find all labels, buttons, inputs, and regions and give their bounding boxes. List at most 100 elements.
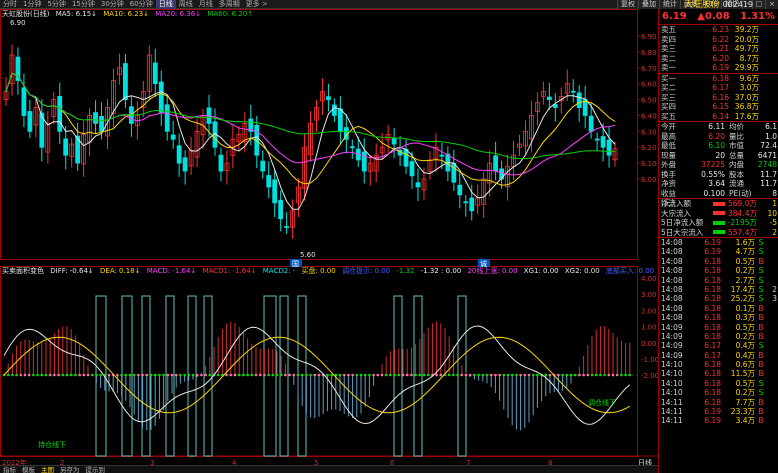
candle-body <box>349 146 355 149</box>
stat-row: 净资 3.64 流通 11.7 <box>659 179 778 189</box>
ask-volume: 20.0万 <box>734 34 759 44</box>
tick-row: 14:10 6.18 0.2万 S <box>659 388 778 397</box>
kline-chart[interactable]: 6.90 6.80 6.70 6.60 6.50 6.40 6.30 6.20 6.10 6.00… <box>0 9 658 473</box>
period-tab-more[interactable]: 更多 > <box>243 0 271 9</box>
signal-dot <box>544 373 548 377</box>
tick-direction: B <box>758 397 764 407</box>
tick-volume: 3.4万 <box>735 416 755 426</box>
tick-row: 14:09 6.17 0.4万 S <box>659 341 778 350</box>
maximize-button[interactable]: □ <box>751 0 766 9</box>
bottom-tabs: 指标 模板 主图 另存为 提示到 <box>0 465 658 473</box>
tick-volume: 7.7万 <box>735 397 755 407</box>
signal-dot <box>519 373 522 377</box>
tick-price: 6.18 <box>704 266 721 276</box>
ask-row: 卖一 6.19 29.9万 <box>659 63 778 73</box>
signal-dot <box>237 373 241 377</box>
quote-panel: 6.19 ▲0.08 1.31% 卖五 6.23 39.2万 卖四 6.22 20.0万卖… <box>658 9 778 473</box>
close-button[interactable]: × <box>765 0 778 9</box>
signal-dot <box>95 373 98 377</box>
statistics-button[interactable]: 统计 <box>659 0 681 9</box>
bottom-tab-saveas[interactable]: 另存为 <box>57 466 83 473</box>
tick-price: 6.18 <box>704 303 721 313</box>
signal-dot <box>158 373 161 377</box>
overlay-button[interactable]: 叠加 <box>638 0 660 9</box>
ask-price: 6.23 <box>712 25 729 34</box>
chart-area[interactable]: 6.90 6.80 6.70 6.60 6.50 6.40 6.30 6.20 6.10 6.00… <box>0 9 658 473</box>
signal-dot <box>116 373 119 377</box>
ask-price: 6.19 <box>712 63 729 72</box>
signal-dot <box>498 373 501 377</box>
flow-extra: -5 <box>769 218 777 227</box>
signal-dot <box>74 373 77 377</box>
period-tab-monthly[interactable]: 月线 <box>196 0 216 9</box>
period-tab-15min[interactable]: 15分钟 <box>69 0 98 9</box>
flow-key: 5日大宗流入 <box>661 227 704 237</box>
signal-dot <box>48 373 52 377</box>
period-tab-30min[interactable]: 30分钟 <box>98 0 127 9</box>
tick-price: 6.18 <box>704 378 721 388</box>
signal-dot <box>557 373 560 377</box>
period-tab-multi[interactable]: 多周期 <box>216 0 243 9</box>
tick-time: 14:08 <box>661 275 683 285</box>
signal-dot <box>296 373 300 377</box>
bottom-tab-prompt[interactable]: 提示到 <box>83 466 109 473</box>
period-tab-5min[interactable]: 5分钟 <box>44 0 68 9</box>
ask-price: 6.20 <box>712 53 729 63</box>
tick-time: 14:08 <box>661 247 683 257</box>
tick-direction: S <box>758 284 764 294</box>
period-tab-weekly[interactable]: 周线 <box>176 0 196 9</box>
stock-header: 6.19 ▲0.08 1.31% <box>659 9 778 25</box>
stat-value: 6.1 <box>765 122 777 131</box>
ask-volume: 8.7万 <box>739 53 759 63</box>
tick-row: 14:11 6.19 3.4万 B <box>659 416 778 425</box>
tick-time: 14:08 <box>661 238 683 247</box>
ma60-label: MA60: 6.20↑ <box>207 10 254 18</box>
dea-label: DEA: 0.18↓ <box>100 267 141 275</box>
bottom-tab-main[interactable]: 主图 <box>38 466 57 473</box>
low-price-annotation: 5.60 <box>300 251 316 259</box>
candle-body <box>266 175 272 188</box>
tick-row: 14:11 6.18 7.7万 B <box>659 398 778 407</box>
tick-direction: S <box>758 388 764 398</box>
bottom-tab-template[interactable]: 模板 <box>19 466 38 473</box>
stat-key: 量比 <box>729 131 744 141</box>
restore-rights-button[interactable]: 复权 <box>617 0 639 9</box>
tick-row: 14:09 6.17 0.4万 B <box>659 351 778 360</box>
tick-time: 14:08 <box>661 266 683 276</box>
flow-row: 净流入额 569.0万 1 <box>659 199 778 209</box>
tick-time: 14:10 <box>661 378 683 388</box>
candle-body <box>15 56 21 81</box>
diff-label: DIFF: -0.64↓ <box>50 267 94 275</box>
candle-body <box>218 154 224 172</box>
macd2-label: MACD2: - <box>262 267 296 275</box>
stat-value: 11.7 <box>760 179 777 188</box>
period-tab-daily[interactable]: 日线 <box>155 0 176 9</box>
ask-row: 卖二 6.20 8.7万 <box>659 54 778 64</box>
signal-dot <box>586 373 590 377</box>
signal-dot <box>620 373 623 377</box>
stat-key: PE(动) <box>729 188 752 198</box>
tick-count <box>767 238 777 247</box>
tick-count <box>767 398 777 407</box>
signal-dot <box>65 373 69 377</box>
signal-dot <box>485 373 489 377</box>
signal-dot <box>267 373 270 377</box>
flow-value: 569.0万 <box>728 199 757 208</box>
tick-list[interactable]: 14:08 6.19 1.6万 S 14:08 6.19 4.7万 S 14:08 6.18 0.5… <box>659 238 778 426</box>
signal-dot <box>279 373 283 377</box>
signal-dot <box>99 373 102 377</box>
candle-body <box>594 138 600 141</box>
indicator-axis-label: 0.00 <box>641 340 657 348</box>
period-tab-1min[interactable]: 1分钟 <box>20 0 44 9</box>
bottom-tab-indicator[interactable]: 指标 <box>0 466 19 473</box>
stat-key: 今开 <box>661 122 676 131</box>
candle-body <box>164 104 170 132</box>
period-tab-timeshare[interactable]: 分时 <box>0 0 20 9</box>
signal-dot <box>44 373 48 377</box>
bid-volume: 17.6万 <box>734 111 759 121</box>
period-tab-60min[interactable]: 60分钟 <box>127 0 156 9</box>
high-price-annotation: 6.90 <box>10 19 26 27</box>
signal-dot <box>565 373 569 377</box>
signal-dot <box>313 373 317 377</box>
candle-body <box>415 182 421 188</box>
